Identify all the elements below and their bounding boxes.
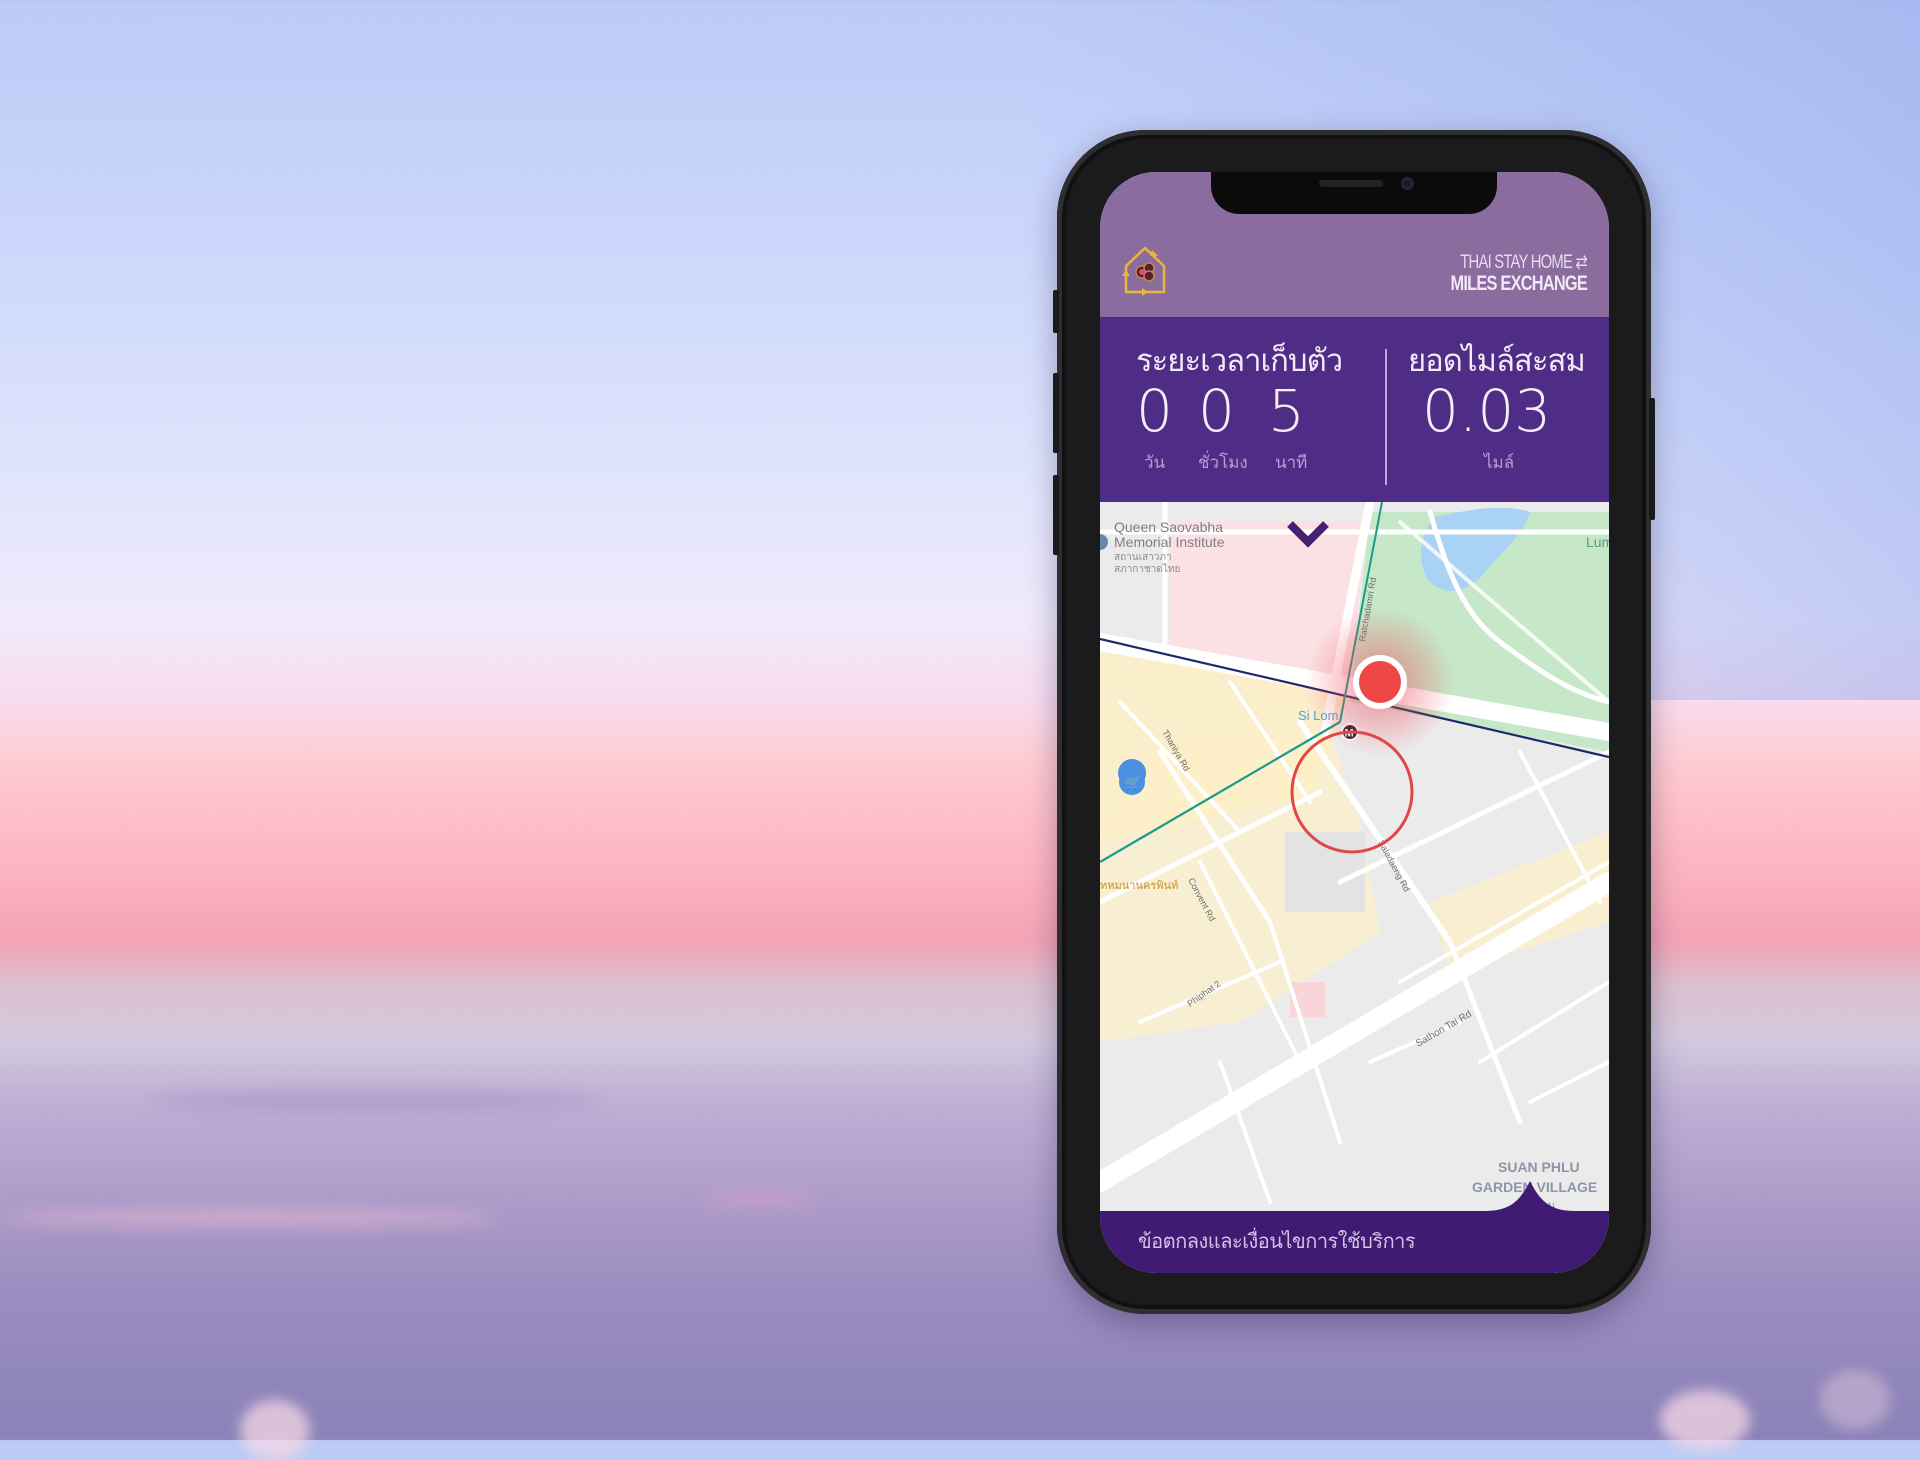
map-label-village-1: SUAN PHLU xyxy=(1498,1159,1580,1175)
map-canvas[interactable]: Queen Saovabha Memorial Institute สถานเส… xyxy=(1100,502,1609,1211)
duration-days-value: 0 xyxy=(1136,377,1173,445)
duration-hours-unit: ชั่วโมง xyxy=(1198,453,1248,473)
background-cloud-streak xyxy=(700,1195,820,1203)
stats-panel: ระยะเวลาเก็บตัว 0 0 5 วัน ชั่วโมง นาที ย… xyxy=(1100,317,1609,502)
duration-hours-value: 0 xyxy=(1198,377,1235,445)
terms-link[interactable]: ข้อตกลงและเงื่อนไขการใช้บริการ xyxy=(1138,1225,1416,1257)
background-cloud-streak xyxy=(150,1090,600,1112)
app-brand-title: THAI STAY HOME ⇄ MILES EXCHANGE xyxy=(1450,252,1587,295)
background-cloud xyxy=(240,1400,310,1460)
background-cloud xyxy=(1820,1370,1890,1430)
miles-unit: ไมล์ xyxy=(1484,453,1515,473)
footer-bar: ข้อตกลงและเงื่อนไขการใช้บริการ xyxy=(1100,1181,1609,1273)
speaker-grille xyxy=(1319,180,1383,187)
current-location-dot[interactable] xyxy=(1359,661,1401,703)
map-label-institute-en-2: Memorial Institute xyxy=(1114,534,1225,550)
front-camera xyxy=(1401,177,1414,190)
phone-volume-up-button xyxy=(1053,373,1059,453)
map-label-hospital: ทหมนานครพินท์ xyxy=(1100,879,1178,892)
background-cloud-streak xyxy=(0,1210,500,1226)
miles-value: 0.03 xyxy=(1422,377,1552,445)
brand-line-1: THAI STAY HOME ⇄ xyxy=(1460,252,1588,273)
svg-text:🛒: 🛒 xyxy=(1125,775,1141,791)
map-label-institute-th-1: สถานเสาวภา xyxy=(1114,552,1172,563)
duration-days-unit: วัน xyxy=(1144,453,1166,473)
home-cycle-logo-icon xyxy=(1122,246,1166,296)
map-label-park: Lump xyxy=(1586,534,1609,550)
brand-line-2: MILES EXCHANGE xyxy=(1450,272,1587,295)
phone-power-button xyxy=(1649,398,1655,520)
phone-silent-switch xyxy=(1053,290,1059,333)
app-screen: THAI STAY HOME ⇄ MILES EXCHANGE ระยะเวลา… xyxy=(1100,172,1609,1273)
map-view[interactable]: Queen Saovabha Memorial Institute สถานเส… xyxy=(1100,502,1609,1211)
phone-volume-down-button xyxy=(1053,475,1059,555)
background-cloud xyxy=(1660,1390,1750,1450)
duration-minutes-unit: นาที xyxy=(1275,453,1308,473)
stats-divider xyxy=(1385,349,1387,485)
map-label-institute-en-1: Queen Saovabha xyxy=(1114,519,1223,535)
map-label-institute-th-2: สภากาชาดไทย xyxy=(1114,563,1180,575)
duration-minutes-value: 5 xyxy=(1268,377,1305,445)
phone-notch xyxy=(1211,172,1497,214)
